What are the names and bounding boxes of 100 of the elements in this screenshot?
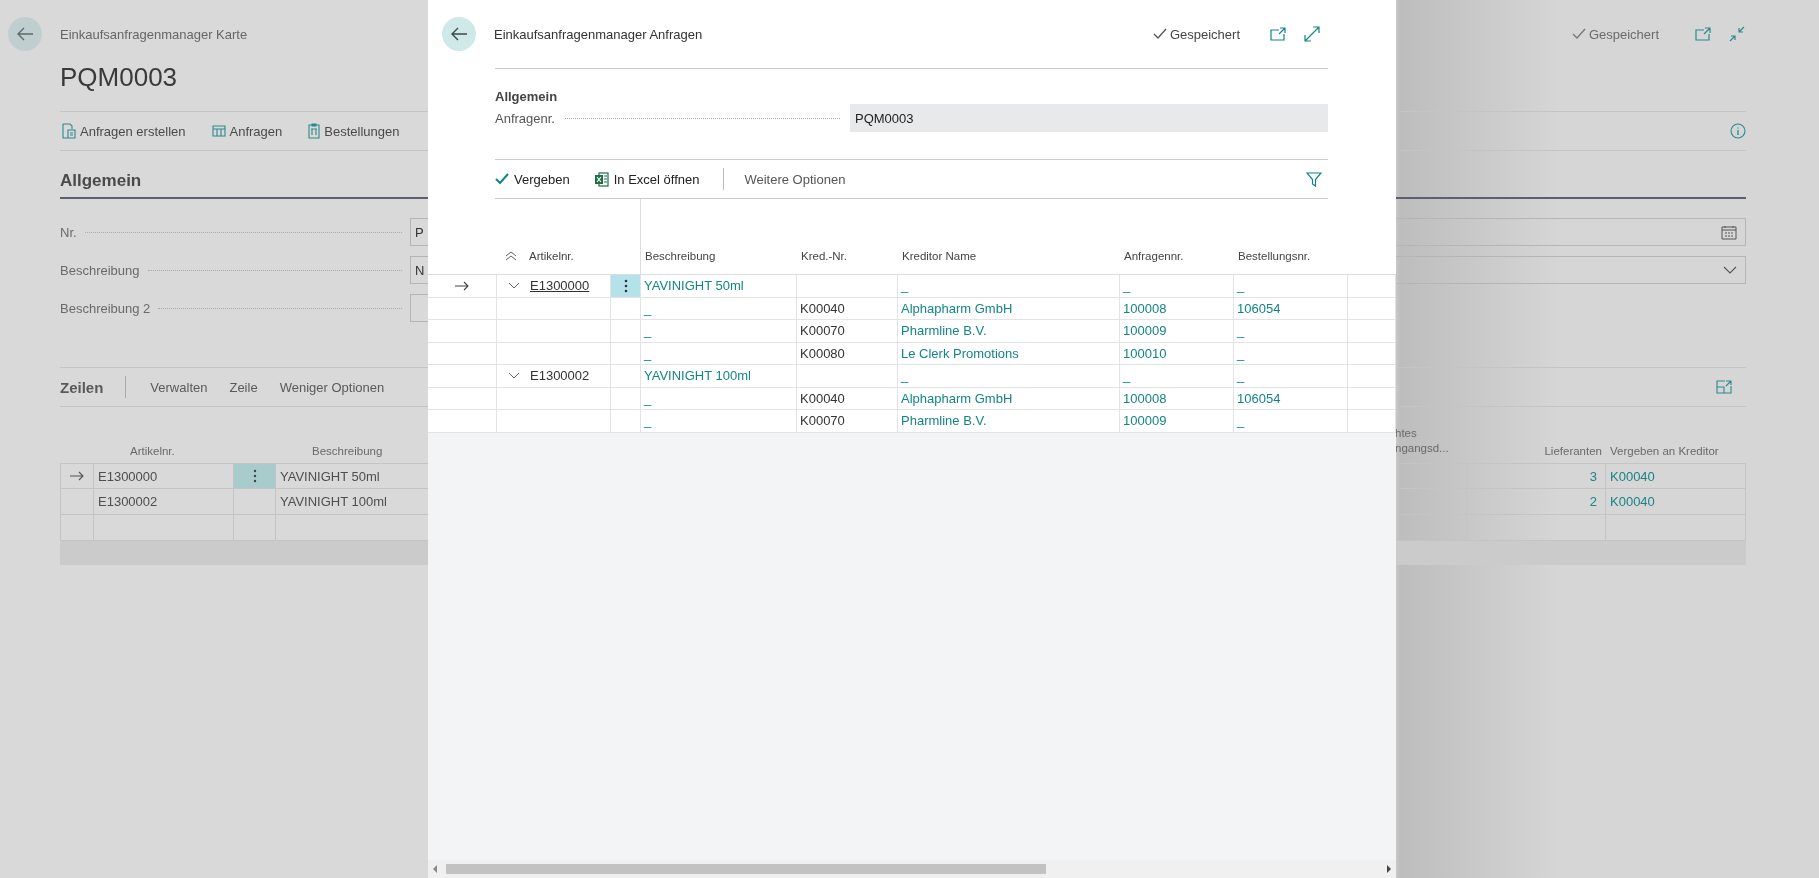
table-cell: [611, 342, 641, 365]
table-cell: [428, 387, 497, 410]
vendor-link[interactable]: K00040: [1606, 489, 1746, 515]
chevron-down-icon[interactable]: [1723, 266, 1737, 274]
table-cell: [1348, 320, 1396, 343]
table-cell: K00070: [797, 410, 898, 433]
column-header[interactable]: Beschreibung: [641, 237, 797, 275]
expand-icon[interactable]: [1304, 26, 1320, 42]
request-number-link[interactable]: 100008: [1120, 297, 1234, 320]
input-field[interactable]: PQM0003: [850, 104, 1328, 132]
order-number-link[interactable]: _: [1234, 342, 1348, 365]
vendor-name-link[interactable]: _: [898, 365, 1120, 388]
supplier-count-link[interactable]: 3: [1467, 463, 1606, 489]
vendor-name-link[interactable]: Le Clerk Promotions: [898, 342, 1120, 365]
order-number-link[interactable]: 106054: [1234, 387, 1348, 410]
column-header[interactable]: htes ngangsd...: [1395, 419, 1467, 463]
scroll-right-icon[interactable]: [1386, 865, 1392, 873]
field-label: Nr.: [60, 224, 77, 240]
column-header[interactable]: Kred.-Nr.: [797, 237, 898, 275]
order-number-link[interactable]: _: [1234, 320, 1348, 343]
description-link[interactable]: _: [641, 320, 797, 343]
lines-action-button[interactable]: Verwalten: [150, 379, 208, 395]
order-number-link[interactable]: _: [1234, 275, 1348, 298]
item-number[interactable]: E1300002: [530, 368, 590, 384]
supplier-count-link[interactable]: 2: [1467, 489, 1606, 515]
request-number-link[interactable]: _: [1120, 365, 1234, 388]
action-button[interactable]: Vergeben: [495, 171, 570, 187]
collapse-icon[interactable]: [1729, 26, 1745, 42]
back-button[interactable]: [442, 17, 476, 51]
request-number-link[interactable]: _: [1120, 275, 1234, 298]
row-menu-cell[interactable]: [234, 463, 276, 489]
vendor-name-link[interactable]: Pharmline B.V.: [898, 410, 1120, 433]
action-button[interactable]: In Excel öffnen: [593, 171, 700, 187]
request-number-link[interactable]: 100008: [1120, 387, 1234, 410]
info-icon[interactable]: [1730, 123, 1746, 139]
request-number-link[interactable]: 100010: [1120, 342, 1234, 365]
description-link[interactable]: YAVINIGHT 100ml: [641, 365, 797, 388]
description-link[interactable]: _: [641, 410, 797, 433]
lines-heading: Zeilen: [60, 378, 104, 396]
action-button[interactable]: Bestellungen: [308, 123, 400, 139]
order-number-link[interactable]: _: [1234, 365, 1348, 388]
vendor-link[interactable]: K00040: [1606, 463, 1746, 489]
action-button[interactable]: Anfragen erstellen: [62, 123, 186, 139]
description-link[interactable]: _: [641, 297, 797, 320]
description-link[interactable]: _: [641, 342, 797, 365]
more-options-icon[interactable]: [623, 278, 628, 293]
expand-icon[interactable]: [1716, 380, 1732, 394]
row-menu-cell[interactable]: [611, 275, 641, 298]
table-cell: [428, 410, 497, 433]
more-options-icon[interactable]: [252, 469, 257, 483]
row-selector-cell[interactable]: [60, 463, 94, 489]
horizontal-scrollbar[interactable]: [428, 860, 1396, 878]
field-label: Beschreibung: [60, 262, 140, 278]
column-header[interactable]: Artikelnr.: [529, 249, 574, 262]
table-cell: [611, 320, 641, 343]
request-number-link[interactable]: 100009: [1120, 320, 1234, 343]
vendor-name-link[interactable]: Alphapharm GmbH: [898, 387, 1120, 410]
vendor-name-link[interactable]: _: [898, 275, 1120, 298]
action-button[interactable]: Weitere Optionen: [744, 171, 846, 187]
lines-action-button[interactable]: Weniger Optionen: [279, 379, 385, 395]
vendor-name-link[interactable]: Pharmline B.V.: [898, 320, 1120, 343]
arrow-left-icon: [450, 27, 468, 41]
chevron-icon[interactable]: [508, 371, 520, 380]
column-header[interactable]: Kreditor Name: [898, 237, 1120, 275]
arrow-right-icon: [454, 280, 470, 291]
order-number-link[interactable]: 106054: [1234, 297, 1348, 320]
action-button[interactable]: Anfragen: [211, 123, 283, 139]
table-cell: E1300002: [94, 489, 234, 515]
table-cell: [428, 320, 497, 343]
column-header[interactable]: Lieferanten: [1467, 419, 1606, 463]
collapse-all-icon[interactable]: [505, 250, 517, 261]
scroll-left-icon[interactable]: [432, 865, 438, 873]
row-selector-cell[interactable]: [428, 275, 497, 298]
calendar-icon[interactable]: [1721, 224, 1737, 240]
column-header[interactable]: Anfragennr.: [1120, 237, 1234, 275]
chevron-icon[interactable]: [508, 281, 520, 290]
order-number-link[interactable]: _: [1234, 410, 1348, 433]
scrollbar-thumb[interactable]: [446, 864, 1046, 874]
description-link[interactable]: YAVINIGHT 50ml: [641, 275, 797, 298]
item-number[interactable]: E1300000: [530, 278, 590, 294]
request-number-link[interactable]: 100009: [1120, 410, 1234, 433]
filter-icon[interactable]: [1306, 171, 1322, 187]
open-in-new-window-icon[interactable]: [1695, 27, 1711, 41]
spreadsheet-icon: [593, 171, 609, 187]
table-icon: [211, 125, 226, 137]
dialog-breadcrumb: Einkaufsanfragenmanager Anfragen: [494, 26, 703, 42]
column-header[interactable]: Bestellungsnr.: [1234, 237, 1348, 275]
table-cell: [1348, 342, 1396, 365]
description-link[interactable]: _: [641, 387, 797, 410]
saved-status: Gespeichert: [1588, 26, 1659, 42]
column-header[interactable]: Artikelnr.: [94, 419, 234, 463]
row-selector-cell[interactable]: [428, 365, 497, 388]
column-header[interactable]: Vergeben an Kreditor: [1606, 419, 1746, 463]
row-menu-cell[interactable]: [234, 489, 276, 515]
back-button[interactable]: [8, 17, 42, 51]
row-menu-cell[interactable]: [611, 365, 641, 388]
open-in-new-window-icon[interactable]: [1270, 27, 1286, 41]
vendor-name-link[interactable]: Alphapharm GmbH: [898, 297, 1120, 320]
table-cell: K00040: [797, 297, 898, 320]
lines-action-button[interactable]: Zeile: [229, 379, 258, 395]
